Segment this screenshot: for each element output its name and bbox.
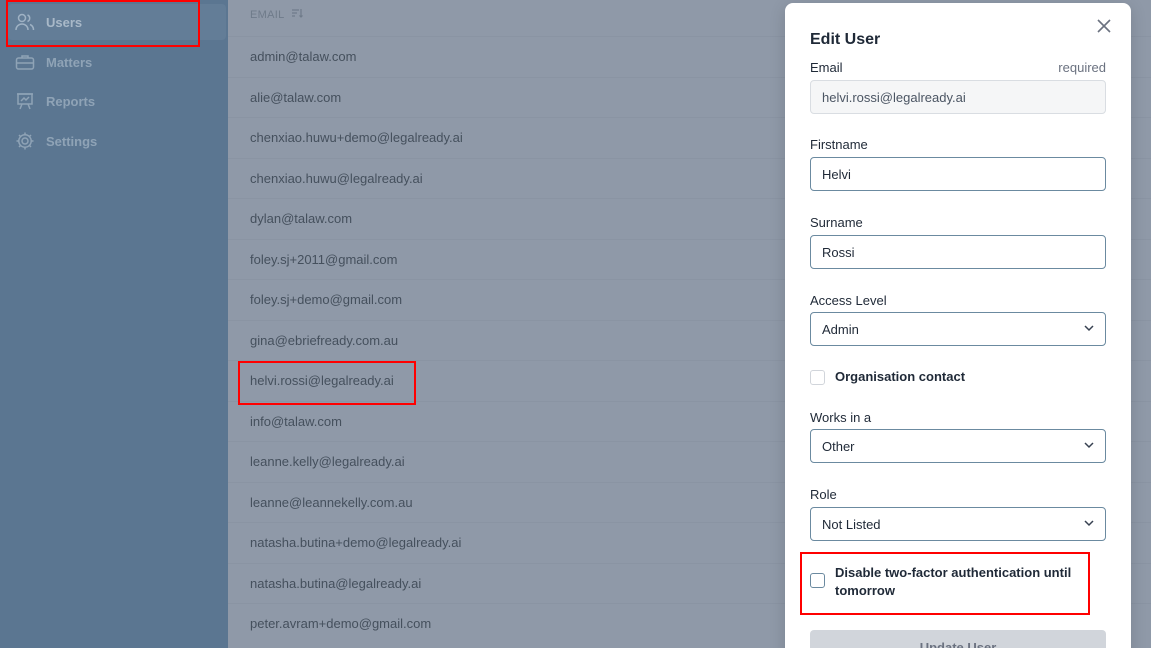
firstname-label: Firstname <box>810 137 868 152</box>
required-hint: required <box>1058 60 1106 75</box>
highlight-box-2fa <box>800 552 1090 615</box>
firstname-value: Helvi <box>822 166 851 182</box>
access-level-value: Admin <box>822 321 859 337</box>
sort-icon[interactable] <box>291 8 303 21</box>
surname-label: Surname <box>810 215 863 230</box>
row-email: natasha.butina@legalready.ai <box>250 575 422 591</box>
highlight-box-row <box>238 361 416 405</box>
row-email: dylan@talaw.com <box>250 211 353 226</box>
row-email: chenxiao.huwu+demo@legalready.ai <box>250 130 463 145</box>
update-user-button[interactable]: Update User <box>810 630 1106 648</box>
edit-user-modal: Edit User Email required helvi.rossi@leg… <box>785 3 1131 648</box>
row-email: leanne@leannekelly.com.au <box>250 494 413 510</box>
role-label: Role <box>810 487 837 502</box>
access-level-select[interactable]: Admin <box>810 312 1106 346</box>
surname-field[interactable]: Rossi <box>810 235 1106 269</box>
row-email: foley.sj+2011@gmail.com <box>250 251 398 267</box>
role-value: Not Listed <box>822 516 881 532</box>
sidebar-item-settings[interactable]: Settings <box>8 123 226 159</box>
organisation-contact-checkbox[interactable] <box>810 370 825 385</box>
modal-title: Edit User <box>810 31 881 48</box>
row-email: chenxiao.huwu@legalready.ai <box>250 170 423 186</box>
works-in-label: Works in a <box>810 410 872 425</box>
surname-value: Rossi <box>822 244 855 260</box>
sidebar: Users Matters Reports Settings <box>0 0 228 648</box>
sidebar-item-matters[interactable]: Matters <box>8 44 226 80</box>
access-level-label: Access Level <box>810 293 887 308</box>
briefcase-icon <box>14 51 36 73</box>
row-email: peter.avram+demo@gmail.com <box>250 616 432 631</box>
role-select[interactable]: Not Listed <box>810 507 1106 541</box>
row-email: gina@ebriefready.com.au <box>250 332 399 348</box>
organisation-contact-label: Organisation contact <box>835 369 966 384</box>
row-email: leanne.kelly@legalready.ai <box>250 454 405 469</box>
row-email: info@talaw.com <box>250 413 342 429</box>
highlight-box-users <box>6 0 200 47</box>
email-label: Email <box>810 60 843 75</box>
sidebar-item-label: Reports <box>46 93 96 109</box>
column-header-label: EMAIL <box>250 8 285 21</box>
chevron-down-icon <box>1083 439 1095 454</box>
chevron-down-icon <box>1083 517 1095 532</box>
works-in-value: Other <box>822 438 855 454</box>
sidebar-item-reports[interactable]: Reports <box>8 83 226 119</box>
row-email: alie@talaw.com <box>250 89 342 105</box>
firstname-field[interactable]: Helvi <box>810 157 1106 191</box>
row-email: natasha.butina+demo@legalready.ai <box>250 535 462 550</box>
sidebar-item-label: Settings <box>46 133 98 149</box>
email-value: helvi.rossi@legalready.ai <box>822 89 966 105</box>
row-email: admin@talaw.com <box>250 49 357 64</box>
chevron-down-icon <box>1083 322 1095 337</box>
email-field: helvi.rossi@legalready.ai <box>810 80 1106 114</box>
close-icon <box>1097 18 1111 38</box>
sidebar-item-label: Matters <box>46 54 93 70</box>
close-button[interactable] <box>1093 17 1115 39</box>
row-email: foley.sj+demo@gmail.com <box>250 292 403 307</box>
column-header-email[interactable]: EMAIL <box>250 8 303 21</box>
presentation-chart-icon <box>14 90 36 112</box>
gear-icon <box>14 130 36 152</box>
works-in-select[interactable]: Other <box>810 429 1106 463</box>
